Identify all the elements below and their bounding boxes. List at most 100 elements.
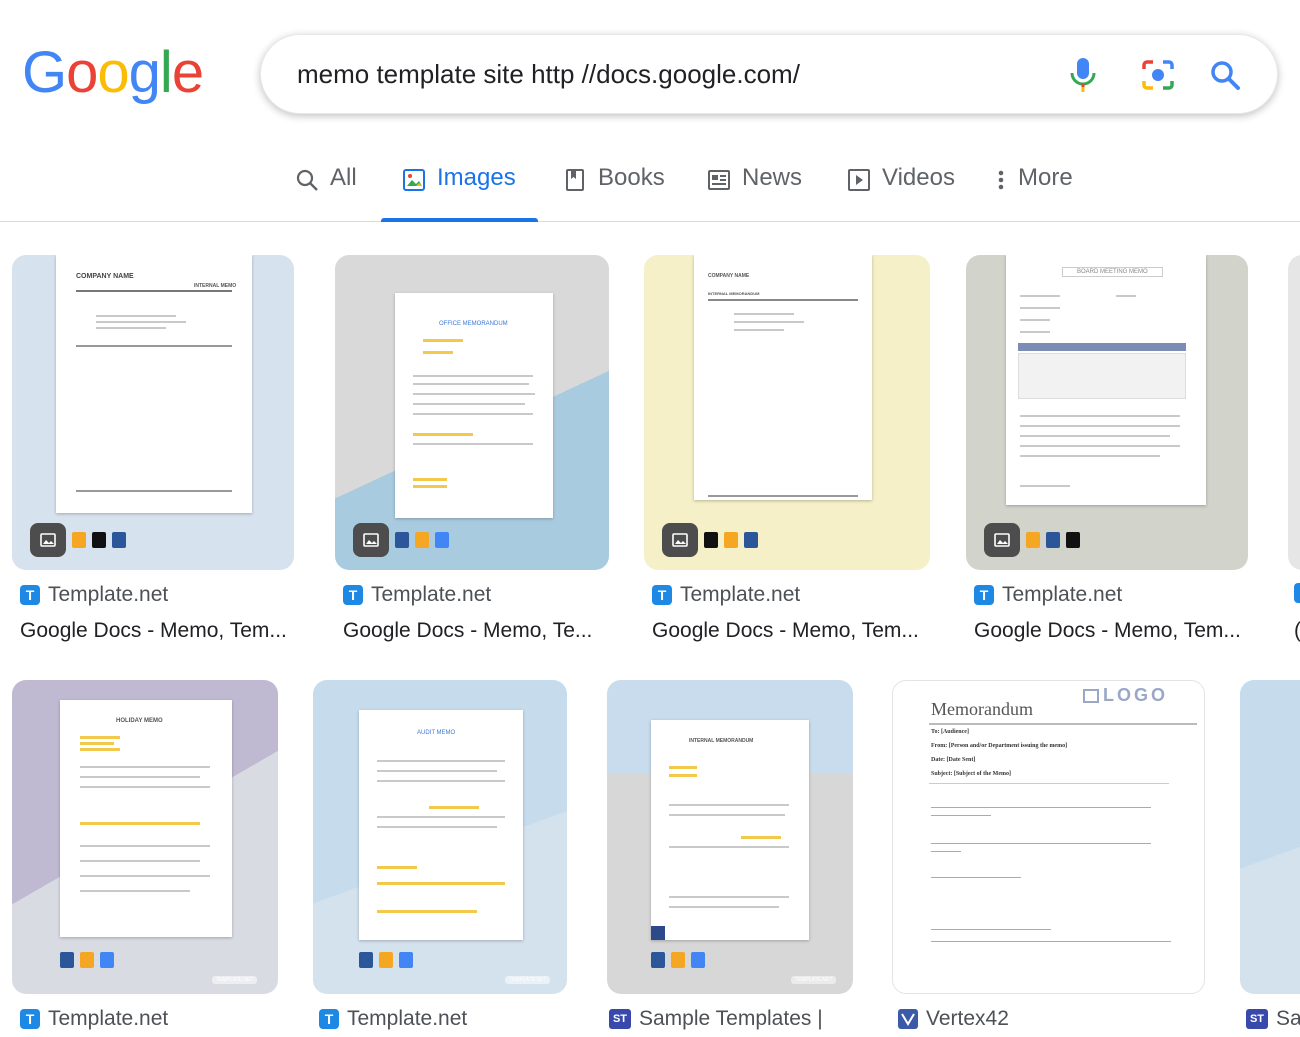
tab-news[interactable]: News: [706, 164, 802, 222]
result-thumbnail[interactable]: COMPANY NAME INTERNAL MEMO: [12, 255, 294, 570]
result-thumbnail[interactable]: BOARD MEETING MEMO: [966, 255, 1248, 570]
google-logo[interactable]: Google: [22, 40, 204, 105]
image-icon: [662, 523, 698, 557]
source-name: Template.net: [48, 1007, 169, 1030]
search-icon: [294, 167, 320, 193]
doc-subheading: INTERNAL MEMO: [194, 283, 237, 289]
result-source[interactable]: ST Sa: [1246, 1007, 1300, 1031]
vertex42-favicon: [898, 1009, 918, 1029]
tab-books[interactable]: Books: [562, 164, 665, 222]
camera-lens-icon[interactable]: [1138, 55, 1178, 95]
result-thumbnail[interactable]: OFFICE MEMORANDUM: [335, 255, 609, 570]
sample-templates-favicon: ST: [609, 1009, 631, 1029]
result-source[interactable]: T Template.net: [20, 1007, 168, 1031]
tab-label: Books: [598, 164, 665, 191]
doc-logo: LOGO: [1083, 685, 1168, 706]
result-thumbnail[interactable]: LOGO Memorandum To: [Audience] From: [Pe…: [892, 680, 1205, 994]
result-source[interactable]: T Template.net: [343, 583, 491, 607]
google-images-page: Google memo template site http //docs.go…: [0, 0, 1300, 1037]
logo-letter: e: [171, 40, 204, 105]
tab-label: All: [330, 164, 357, 191]
search-input[interactable]: memo template site http //docs.google.co…: [297, 59, 800, 90]
result-source[interactable]: T Template.net: [652, 583, 800, 607]
logo-letter: g: [128, 40, 161, 105]
pages-icon: [1026, 532, 1040, 548]
pdf-icon: [704, 532, 718, 548]
result-source[interactable]: ST Sample Templates |: [609, 1007, 823, 1031]
result-title[interactable]: Google Docs - Memo, Tem...: [20, 619, 290, 643]
watermark: TEMPLATE.NET: [212, 976, 258, 984]
microphone-icon[interactable]: [1063, 55, 1103, 95]
result-thumbnail[interactable]: INTERNAL MEMORANDUM TEMPLATE.NET: [607, 680, 853, 994]
word-icon: [1046, 532, 1060, 548]
word-icon: [359, 952, 373, 968]
source-name: Template.net: [371, 583, 492, 606]
memo-line: Subject: [Subject of the Memo]: [931, 771, 1011, 777]
logo-letter: l: [159, 40, 173, 105]
tab-label: More: [1018, 164, 1073, 191]
tab-videos[interactable]: Videos: [846, 164, 955, 222]
source-name: Sample Templates |: [639, 1007, 823, 1030]
pages-icon: [415, 532, 429, 548]
result-thumbnail[interactable]: HOLIDAY MEMO TEMPLATE.NET: [12, 680, 278, 994]
result-source[interactable]: T Template.net: [974, 583, 1122, 607]
source-name: Template.net: [347, 1007, 468, 1030]
image-icon: [401, 167, 427, 193]
search-box[interactable]: memo template site http //docs.google.co…: [260, 34, 1278, 114]
result-thumbnail[interactable]: [1288, 255, 1300, 570]
template-net-favicon: T: [20, 585, 40, 605]
template-net-favicon: T: [343, 585, 363, 605]
result-source[interactable]: T Template.net: [319, 1007, 467, 1031]
logo-letter: o: [66, 40, 98, 105]
memo-line: From: [Person and/or Department issuing …: [931, 743, 1068, 749]
source-name: Sa: [1276, 1007, 1300, 1030]
docs-icon: [435, 532, 449, 548]
result-source[interactable]: [1294, 583, 1300, 603]
word-icon: [744, 532, 758, 548]
search-icon[interactable]: [1205, 55, 1245, 95]
image-icon: [984, 523, 1020, 557]
doc-heading: INTERNAL MEMORANDUM: [689, 738, 754, 744]
tab-all[interactable]: All: [294, 164, 357, 222]
result-title[interactable]: Google Docs - Memo, Tem...: [974, 619, 1244, 643]
video-icon: [846, 167, 872, 193]
docs-icon: [399, 952, 413, 968]
docs-icon: [100, 952, 114, 968]
doc-heading: Memorandum: [931, 699, 1033, 719]
result-title[interactable]: Google Docs - Memo, Te...: [343, 619, 605, 643]
source-name: Template.net: [48, 583, 169, 606]
result-thumbnail[interactable]: COMPANY NAME INTERNAL MEMORANDUM: [644, 255, 930, 570]
doc-heading: HOLIDAY MEMO: [116, 718, 163, 724]
search-tabs: All Images Books News Videos More: [0, 150, 1300, 222]
logo-text: LOGO: [1103, 685, 1168, 705]
doc-heading: OFFICE MEMORANDUM: [439, 321, 508, 327]
doc-heading: AUDIT MEMO: [417, 730, 456, 736]
result-source[interactable]: T Template.net: [20, 583, 168, 607]
result-title[interactable]: (: [1294, 619, 1300, 643]
source-name: Vertex42: [926, 1007, 1009, 1030]
sample-templates-favicon: ST: [1246, 1009, 1268, 1029]
pdf-icon: [1066, 532, 1080, 548]
source-name: Template.net: [680, 583, 801, 606]
template-net-favicon: T: [20, 1009, 40, 1029]
logo-letter: G: [22, 40, 67, 105]
result-thumbnail[interactable]: [1240, 680, 1300, 994]
result-source[interactable]: Vertex42: [898, 1007, 1009, 1031]
more-vert-icon: [994, 167, 1008, 193]
book-icon: [562, 167, 588, 193]
pages-icon: [80, 952, 94, 968]
pages-icon: [671, 952, 685, 968]
word-icon: [651, 952, 665, 968]
pdf-icon: [92, 532, 106, 548]
template-net-favicon: T: [974, 585, 994, 605]
logo-letter: o: [97, 40, 129, 105]
pages-icon: [72, 532, 86, 548]
template-net-favicon: T: [652, 585, 672, 605]
result-title[interactable]: Google Docs - Memo, Tem...: [652, 619, 927, 643]
tab-more[interactable]: More: [994, 164, 1073, 222]
watermark: TEMPLATE.NET: [505, 976, 551, 984]
tab-label: Images: [437, 164, 516, 191]
result-thumbnail[interactable]: AUDIT MEMO TEMPLATE.NET: [313, 680, 567, 994]
tab-images[interactable]: Images: [381, 164, 538, 222]
memo-line: Date: [Date Sent]: [931, 757, 976, 763]
